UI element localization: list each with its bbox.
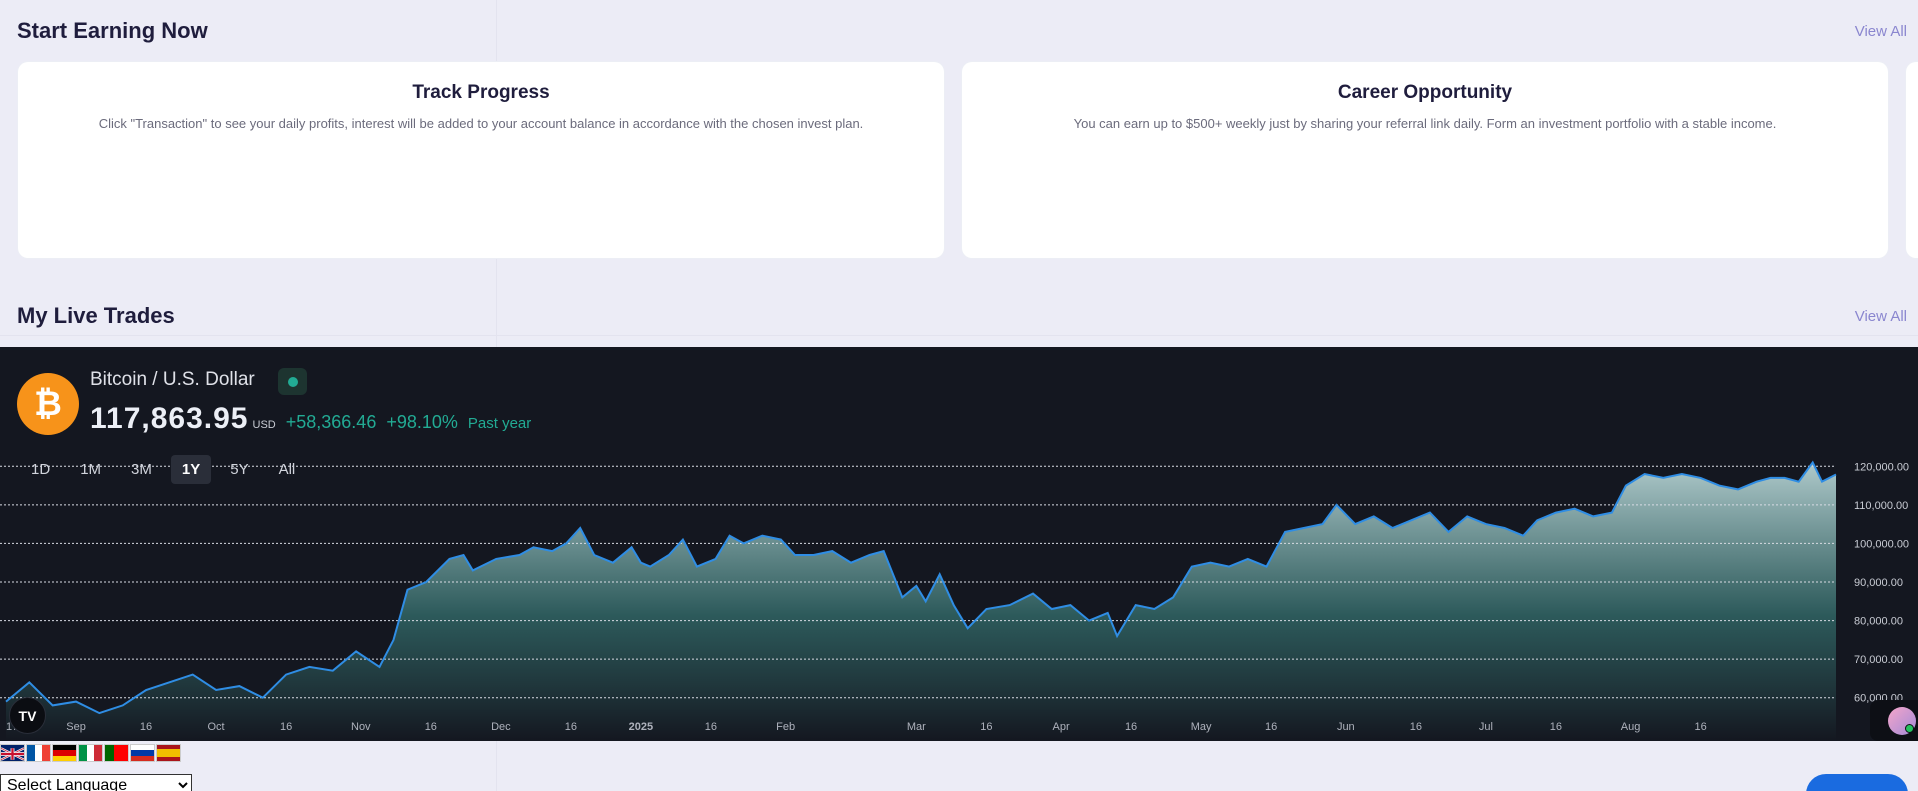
x-tick-label: Mar [907,721,926,733]
trades-view-all-link[interactable]: View All [1855,308,1907,325]
x-tick-label: 16 [705,721,717,733]
price-row: 117,863.95 USD +58,366.46 +98.10% Past y… [90,402,531,436]
bitcoin-logo-icon: ₿ [17,373,79,435]
tradingview-logo-icon[interactable]: TV [9,697,46,734]
live-trade-widget: 60,000.00 70,000.00 80,000.00 90,000.00 100,… [0,347,1918,741]
x-tick-label: May [1191,721,1212,733]
change-percent: +98.10% [386,412,458,432]
range-1d-button[interactable]: 1D [20,455,61,484]
currency-label: USD [252,419,276,431]
x-tick-label: Apr [1052,721,1069,733]
flag-portugal-icon[interactable] [104,744,129,762]
trades-section-title: My Live Trades [17,303,175,328]
range-selector: 1D 1M 3M 1Y 5Y All [20,455,306,484]
card-title: Track Progress [412,82,550,103]
guide-line-horizontal [0,335,1918,336]
pair-name: Bitcoin / U.S. Dollar [90,369,255,390]
career-opportunity-card: Career Opportunity You can earn up to $5… [962,62,1888,258]
range-1m-button[interactable]: 1M [69,455,112,484]
language-select[interactable]: Select Language [0,774,192,791]
flag-germany-icon[interactable] [52,744,77,762]
earning-view-all-link[interactable]: View All [1855,23,1907,40]
market-open-badge [278,368,307,395]
y-tick-label: 80,000.00 [1854,616,1903,628]
x-tick-label: Oct [208,721,225,733]
x-tick-label: 16 [565,721,577,733]
x-tick-label: Dec [491,721,511,733]
card-title: Career Opportunity [1337,82,1513,103]
y-tick-label: 110,000.00 [1854,500,1908,512]
x-tick-label: 16 [140,721,152,733]
flag-italy-icon[interactable] [78,744,103,762]
range-3m-button[interactable]: 3M [120,455,163,484]
x-tick-label: 16 [1694,721,1706,733]
x-tick-label: 16 [425,721,437,733]
x-tick-label: 16 [1265,721,1277,733]
earning-section-header: Start Earning Now View All [17,18,1907,44]
x-tick-label: Nov [351,721,371,733]
trades-section-header: My Live Trades View All [17,303,1907,329]
x-tick-label: Jul [1479,721,1493,733]
x-tick-label: Aug [1621,721,1641,733]
flag-russia-icon[interactable] [130,744,155,762]
x-tick-label: Jun [1337,721,1355,733]
live-dot-icon [287,376,298,387]
x-tick-label: 16 [1125,721,1137,733]
card-text: Click "Transaction" to see your daily pr… [98,116,864,131]
y-tick-label: 100,000.00 [1854,538,1909,550]
x-tick-label: 2025 [629,721,653,733]
language-flags [0,744,181,762]
y-tick-label: 70,000.00 [1854,654,1903,666]
price-area [6,462,1836,741]
y-tick-label: 90,000.00 [1854,577,1903,589]
range-1y-button[interactable]: 1Y [170,455,212,484]
flag-spain-icon[interactable] [156,744,181,762]
x-tick-label: 16 [1410,721,1422,733]
y-tick-label: 120,000.00 [1854,461,1909,473]
x-tick-label: Sep [66,721,86,733]
current-price: 117,863.95 [90,402,249,435]
flag-france-icon[interactable] [26,744,51,762]
partial-card [1906,62,1918,258]
change-absolute: +58,366.46 [285,412,377,432]
x-tick-label: Feb [776,721,795,733]
card-text: You can earn up to $500+ weekly just by … [1073,116,1777,131]
earning-section-title: Start Earning Now [17,18,208,43]
x-tick-label: 16 [980,721,992,733]
online-status-icon [1905,724,1914,733]
change-period: Past year [467,415,532,432]
range-5y-button[interactable]: 5Y [219,455,259,484]
range-all-button[interactable]: All [268,455,307,484]
chat-button[interactable] [1806,774,1908,791]
flag-uk-icon[interactable] [0,744,25,762]
x-tick-label: 16 [1550,721,1562,733]
track-progress-card: Track Progress Click "Transaction" to se… [18,62,944,258]
x-tick-label: 16 [280,721,292,733]
